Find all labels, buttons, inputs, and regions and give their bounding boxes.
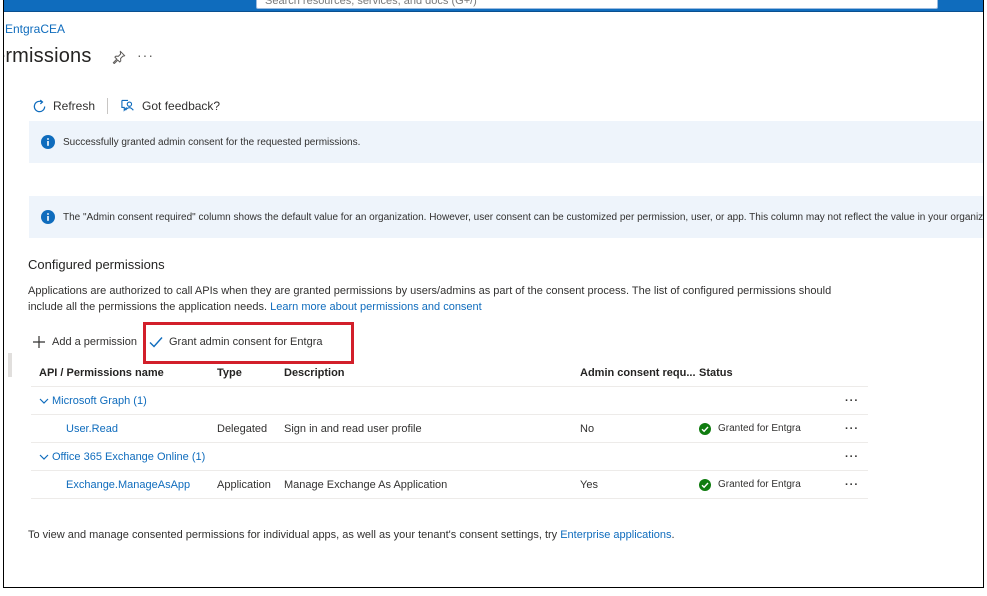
toolbar: Refresh Got feedback?	[32, 96, 220, 116]
row-more-icon[interactable]: ···	[845, 479, 859, 491]
table-header: API / Permissions name Type Description …	[31, 360, 868, 387]
chevron-down-icon	[39, 398, 49, 404]
refresh-button[interactable]: Refresh	[32, 99, 95, 114]
refresh-label: Refresh	[53, 99, 96, 113]
footer-text: To view and manage consented permissions…	[28, 529, 675, 541]
plus-icon	[33, 336, 45, 348]
chevron-down-icon	[39, 454, 49, 460]
group-toggle[interactable]: Office 365 Exchange Online (1)	[39, 451, 205, 463]
group-toggle[interactable]: Microsoft Graph (1)	[39, 395, 147, 407]
row-more-icon[interactable]: ···	[845, 423, 859, 435]
feedback-icon	[121, 99, 134, 112]
column-header-status[interactable]: Status	[699, 367, 733, 379]
column-header-description[interactable]: Description	[284, 367, 345, 379]
info-icon	[41, 210, 55, 224]
row-more-icon[interactable]: ···	[845, 451, 859, 463]
breadcrumb[interactable]: EntgraCEA	[5, 22, 65, 36]
row-more-icon[interactable]: ···	[845, 395, 859, 407]
status-text: Granted for Entgra	[718, 479, 801, 490]
table-row: User.Read Delegated Sign in and read use…	[31, 415, 868, 443]
enterprise-applications-link[interactable]: Enterprise applications	[560, 529, 671, 541]
footer-suffix: .	[671, 529, 675, 541]
permissions-table: API / Permissions name Type Description …	[31, 360, 868, 499]
column-header-api[interactable]: API / Permissions name	[39, 367, 164, 379]
table-row: Exchange.ManageAsApp Application Manage …	[31, 471, 868, 499]
status-badge: Granted for Entgra	[699, 478, 801, 491]
group-row[interactable]: Office 365 Exchange Online (1) ···	[31, 443, 868, 471]
add-permission-button[interactable]: Add a permission	[32, 335, 137, 349]
status-badge: Granted for Entgra	[699, 422, 801, 435]
admin-consent-value: Yes	[580, 478, 598, 491]
add-permission-label: Add a permission	[52, 336, 137, 348]
more-options-icon[interactable]: ···	[137, 47, 154, 63]
check-circle-icon	[699, 478, 711, 491]
pin-icon[interactable]	[112, 50, 126, 64]
top-bar: Search resources, services, and docs (G+…	[4, 0, 983, 12]
toolbar-divider	[107, 98, 109, 114]
feedback-label: Got feedback?	[142, 99, 221, 113]
learn-more-link[interactable]: Learn more about permissions and consent	[270, 301, 482, 313]
permission-description: Manage Exchange As Application	[284, 478, 448, 491]
success-banner: Successfully granted admin consent for t…	[29, 121, 983, 163]
permission-type: Delegated	[217, 422, 268, 435]
admin-consent-value: No	[580, 422, 595, 435]
global-search-input[interactable]: Search resources, services, and docs (G+…	[256, 0, 938, 9]
info-banner: The "Admin consent required" column show…	[29, 196, 984, 238]
group-name: Office 365 Exchange Online (1)	[52, 450, 206, 463]
permission-description: Sign in and read user profile	[284, 422, 422, 435]
section-title: Configured permissions	[28, 257, 165, 272]
permission-link[interactable]: User.Read	[66, 423, 118, 435]
check-circle-icon	[699, 422, 711, 435]
portal-frame: Search resources, services, and docs (G+…	[3, 0, 984, 588]
feedback-button[interactable]: Got feedback?	[120, 99, 220, 114]
permission-type: Application	[217, 478, 271, 491]
info-icon	[41, 135, 55, 149]
refresh-icon	[33, 99, 46, 112]
highlight-box	[143, 322, 354, 364]
page-title: ermissions	[3, 45, 92, 67]
success-message: Successfully granted admin consent for t…	[63, 136, 361, 148]
scroll-marker	[8, 353, 12, 377]
footer-message: To view and manage consented permissions…	[28, 529, 561, 541]
column-header-type[interactable]: Type	[217, 367, 242, 379]
group-name: Microsoft Graph (1)	[52, 394, 147, 407]
permission-link[interactable]: Exchange.ManageAsApp	[66, 479, 190, 491]
column-header-admin-consent[interactable]: Admin consent requ...	[580, 367, 696, 379]
group-row[interactable]: Microsoft Graph (1) ···	[31, 387, 868, 415]
status-text: Granted for Entgra	[718, 423, 801, 434]
section-description: Applications are authorized to call APIs…	[28, 283, 868, 315]
info-message: The "Admin consent required" column show…	[63, 211, 984, 223]
